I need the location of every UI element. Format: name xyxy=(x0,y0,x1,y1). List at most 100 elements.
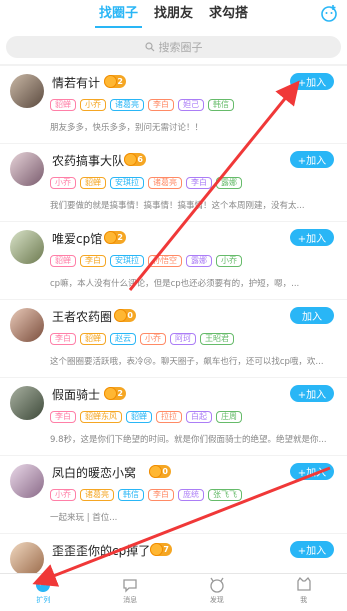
join-button[interactable]: +加入 xyxy=(290,385,334,402)
group-name: 假面骑士 xyxy=(52,388,101,402)
hero-tag: 张飞飞 xyxy=(208,489,242,501)
group-description: 朋友多多，快乐多多，别问无需讨论！！ xyxy=(50,123,204,133)
hero-tag: 赵云 xyxy=(110,333,136,345)
join-button[interactable]: +加入 xyxy=(290,151,334,168)
nav-label: 扩列 xyxy=(36,596,51,604)
group-description: 一起来玩 | 首位... xyxy=(50,513,118,523)
expand-list-icon xyxy=(36,578,51,592)
hero-tag: 李白 xyxy=(186,177,212,189)
group-tags: 李白 貂蝉 赵云 小乔 阿珂 王昭君 xyxy=(50,333,234,345)
level-icon xyxy=(104,387,117,400)
join-button[interactable]: +加入 xyxy=(290,541,334,558)
level-icon xyxy=(104,75,117,88)
hero-tag: 小乔 xyxy=(50,489,76,501)
hero-tag: 貂蝉 xyxy=(80,177,106,189)
hero-tag: 李白 xyxy=(148,99,174,111)
group-tags: 小乔 貂蝉 安琪拉 诸葛亮 李白 露娜 xyxy=(50,177,242,189)
hero-tag: 阿珂 xyxy=(170,333,196,345)
group-avatar xyxy=(10,464,44,498)
level-value: 6 xyxy=(137,155,143,164)
hero-tag: 貂蝉东风 xyxy=(80,411,122,423)
group-name: 歪歪歪你的cp掉了 xyxy=(52,544,151,558)
group-card[interactable]: 唯爱cp馆 2 +加入 貂蝉 李白 安琪拉 孙悟空 露娜 小乔 cp嘛，本人没有什么评论，但是cp… xyxy=(0,222,347,299)
search-bar: 搜索圈子 xyxy=(0,30,347,64)
group-card[interactable]: 假面骑士 2 +加入李白 貂蝉东风 貂蝉 拉拉 白起 庄周 9.8秒，这是你们下绝望的时间。就是… xyxy=(0,378,347,455)
discover-icon xyxy=(210,577,224,593)
hero-tag: 韩信 xyxy=(118,489,144,501)
group-description: 这个圈圈要活跃哦，表冷😢。聊天圈子，飙车也行，还可以找cp哦，欢... xyxy=(50,357,324,367)
tab-find-group[interactable]: 找圈子 xyxy=(91,2,146,30)
join-button[interactable]: +加入 xyxy=(290,73,334,90)
level-value: 2 xyxy=(117,389,123,398)
hero-tag: 王昭君 xyxy=(200,333,234,345)
join-button[interactable]: +加入 xyxy=(290,229,334,246)
level-icon xyxy=(114,309,127,322)
nav-messages[interactable]: 消息 xyxy=(105,576,155,605)
hero-tag: 露娜 xyxy=(216,177,242,189)
group-tags: 貂蝉 小乔 诸葛亮 李白 妲己 韩信 xyxy=(50,99,234,111)
level-badge: 0 xyxy=(149,465,171,478)
hero-tag: 安琪拉 xyxy=(110,255,144,267)
group-description: 9.8秒，这是你们下绝望的时间。就是你们假面骑士的绝望。绝望就是你... xyxy=(50,435,327,445)
group-avatar xyxy=(10,542,44,576)
group-card[interactable]: 农药搞事大队 6 +加入小乔 貂蝉 安琪拉 诸葛亮 李白 露娜我们要做的就是搞事情！搞事情！搞… xyxy=(0,144,347,221)
group-avatar xyxy=(10,230,44,264)
group-avatar xyxy=(10,308,44,342)
level-badge: 6 xyxy=(124,153,146,166)
level-badge: 2 xyxy=(104,387,126,400)
hero-tag: 妲己 xyxy=(178,99,204,111)
hero-tag: 李白 xyxy=(50,333,76,345)
group-tags: 李白 貂蝉东风 貂蝉 拉拉 白起 庄周 xyxy=(50,411,242,423)
level-badge: 2 xyxy=(104,231,126,244)
hero-tag: 露娜 xyxy=(186,255,212,267)
hero-tag: 貂蝉 xyxy=(80,333,106,345)
hero-tag: 小乔 xyxy=(216,255,242,267)
nav-discover[interactable]: 发现 xyxy=(192,576,242,605)
nav-label: 消息 xyxy=(123,596,138,604)
tab-seek-contact[interactable]: 求勾搭 xyxy=(201,2,256,30)
message-icon xyxy=(123,579,137,593)
group-card[interactable]: 王者农药圈 0 加入 李白 貂蝉 赵云 小乔 阿珂 王昭君 这个圈圈要活跃哦，表冷😢。聊天圈子，飙… xyxy=(0,300,347,377)
hero-tag: 庞统 xyxy=(178,489,204,501)
hero-tag: 安琪拉 xyxy=(110,177,144,189)
hero-tag: 诸葛亮 xyxy=(110,99,144,111)
group-avatar xyxy=(10,74,44,108)
level-badge: 7 xyxy=(150,543,172,556)
hero-tag: 李白 xyxy=(50,411,76,423)
hero-tag: 庄周 xyxy=(216,411,242,423)
group-name: 唯爱cp馆 xyxy=(52,232,103,246)
level-icon xyxy=(124,153,137,166)
level-icon xyxy=(150,543,163,556)
group-avatar xyxy=(10,386,44,420)
level-badge: 2 xyxy=(104,75,126,88)
hero-tag: 拉拉 xyxy=(156,411,182,423)
level-icon xyxy=(104,231,117,244)
hero-tag: 孙悟空 xyxy=(148,255,182,267)
hero-tag: 貂蝉 xyxy=(50,255,76,267)
group-card[interactable]: 凤白的暖恋小窝 0 +加入 小乔 诸葛亮 韩信 李白 庞统 张飞飞 一起来玩 | 首位... xyxy=(0,456,347,533)
hero-tag: 韩信 xyxy=(208,99,234,111)
hero-tag: 李白 xyxy=(80,255,106,267)
group-avatar xyxy=(10,152,44,186)
create-post-icon[interactable] xyxy=(319,3,339,23)
hero-tag: 诸葛亮 xyxy=(148,177,182,189)
group-description: 我们要做的就是搞事情！搞事情！搞事情！这个本周刚建，没有太... xyxy=(50,201,305,211)
search-input[interactable]: 搜索圈子 xyxy=(6,36,341,58)
tab-find-friend[interactable]: 找朋友 xyxy=(146,2,201,30)
nav-expand-list[interactable]: 扩列 xyxy=(18,576,68,605)
group-card[interactable]: 情若有计 2 +加入貂蝉 小乔 诸葛亮 李白 妲己 韩信 朋友多多，快乐多多，别问无需讨论！！ xyxy=(0,66,347,143)
level-value: 2 xyxy=(117,233,123,242)
nav-label: 发现 xyxy=(209,596,224,604)
profile-icon xyxy=(296,576,311,591)
group-name: 农药搞事大队 xyxy=(52,154,125,168)
join-button[interactable]: +加入 xyxy=(290,463,334,480)
hero-tag: 小乔 xyxy=(80,99,106,111)
search-placeholder: 搜索圈子 xyxy=(158,41,203,54)
nav-me[interactable]: 我 xyxy=(279,576,329,605)
level-value: 7 xyxy=(163,545,169,554)
group-name: 情若有计 xyxy=(52,76,101,90)
level-badge: 0 xyxy=(114,309,136,322)
hero-tag: 李白 xyxy=(148,489,174,501)
join-button[interactable]: 加入 xyxy=(290,307,334,324)
hero-tag: 白起 xyxy=(186,411,212,423)
